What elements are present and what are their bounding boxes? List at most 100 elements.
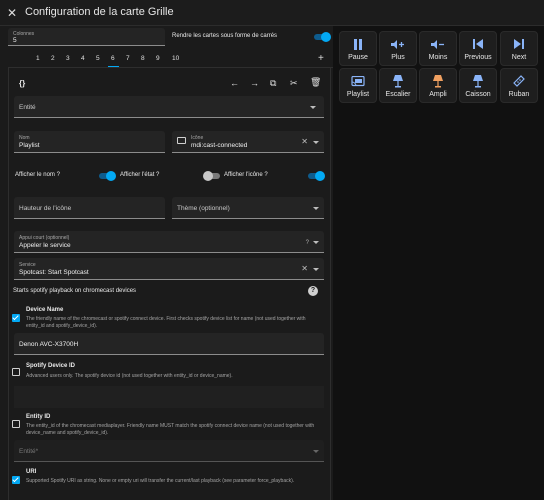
card-frame-left [8, 68, 9, 500]
uri-title: URI [26, 469, 37, 475]
tab-8[interactable]: 8 [141, 55, 145, 62]
theme-picker[interactable]: Thème (optionnel) [172, 197, 324, 219]
tab-4[interactable]: 4 [81, 55, 85, 62]
square-toggle[interactable] [314, 32, 331, 42]
grid-card-label: Ampli [429, 91, 447, 98]
icon-label: Icône [191, 135, 204, 141]
show-icon-label: Afficher l'icône ? [224, 172, 268, 178]
entity-picker[interactable]: Entité [14, 96, 324, 118]
delete-icon[interactable]: 🗑 [310, 77, 321, 88]
columns-value: 5 [13, 37, 17, 44]
chevron-down-icon [313, 450, 319, 453]
cast-connected-icon [177, 137, 186, 144]
grid-card-moins[interactable]: Moins [419, 31, 457, 66]
spotify-device-id-description: Advanced users only. The spotify device … [26, 373, 233, 379]
grid-card-label: Pause [348, 54, 368, 61]
theme-placeholder: Thème (optionnel) [177, 205, 230, 212]
dialog-header: ✕ Configuration de la carte Grille [0, 0, 544, 26]
grid-card-label: Playlist [346, 91, 370, 98]
help-icon[interactable]: ? [308, 286, 318, 296]
move-right-icon[interactable]: → [250, 78, 259, 88]
show-icon-toggle[interactable] [308, 171, 325, 181]
floor-lamp-icon [460, 74, 496, 87]
card-editor: Colonnes 5 Rendre les cartes sous forme … [0, 26, 333, 500]
device-name-value: Denon AVC-X3700H [19, 341, 79, 348]
show-state-toggle[interactable] [203, 171, 220, 181]
chevron-down-icon[interactable] [313, 268, 319, 271]
device-name-checkbox[interactable] [12, 314, 20, 322]
grid-card-pause[interactable]: Pause [339, 31, 377, 66]
clear-icon[interactable]: ✕ [301, 264, 308, 273]
toggle-knob [106, 171, 116, 181]
copy-icon[interactable]: ⧉ [270, 78, 276, 89]
tab-1[interactable]: 1 [36, 55, 40, 62]
grid-card-next[interactable]: Next [500, 31, 538, 66]
skip-next-icon [501, 38, 537, 50]
chevron-down-icon[interactable] [310, 106, 316, 109]
grid-card-label: Escalier [385, 91, 411, 98]
lamp-on-icon [420, 74, 456, 87]
icon-picker[interactable]: Icône mdi:cast-connected ✕ [172, 131, 324, 153]
uri-description: Supported Spotify URI as string. None or… [26, 478, 295, 484]
code-editor-icon[interactable]: {} [19, 79, 25, 88]
tab-7[interactable]: 7 [126, 55, 130, 62]
chevron-down-icon[interactable] [313, 241, 319, 244]
toggle-knob [321, 32, 331, 42]
volume-minus-icon [420, 38, 456, 50]
tab-9[interactable]: 9 [156, 55, 160, 62]
show-name-label: Afficher le nom ? [15, 172, 60, 178]
grid-card-label: Moins [428, 54, 448, 61]
service-label: Service [19, 262, 36, 268]
grid-card-ruban[interactable]: Ruban [500, 68, 538, 103]
tap-action-value: Appeler le service [19, 242, 71, 249]
card-frame-right [330, 68, 331, 500]
add-card-icon[interactable]: + [318, 53, 324, 64]
entity-id-title: Entity ID [26, 414, 51, 420]
grid-card-ampli[interactable]: Ampli [419, 68, 457, 103]
chevron-down-icon[interactable] [313, 207, 319, 210]
name-field[interactable]: Nom Playlist [14, 131, 165, 153]
columns-field[interactable]: Colonnes 5 [8, 28, 165, 46]
chevron-down-icon[interactable] [313, 141, 319, 144]
tab-5[interactable]: 5 [96, 55, 100, 62]
entity-id-description: The entity_id of the chromecast mediapla… [26, 423, 315, 436]
entity-id-placeholder: Entité* [19, 448, 39, 455]
tab-10[interactable]: 10 [172, 55, 179, 62]
floor-lamp-icon [380, 74, 416, 87]
clear-icon[interactable]: ✕ [301, 137, 308, 146]
toggle-knob [203, 171, 213, 181]
grid-card-label: Ruban [508, 91, 530, 98]
tap-action-select[interactable]: Appui court (optionnel) Appeler le servi… [14, 231, 324, 253]
uri-checkbox[interactable] [12, 476, 20, 484]
grid-card-caisson[interactable]: Caisson [459, 68, 497, 103]
volume-plus-icon [380, 38, 416, 50]
close-icon[interactable]: ✕ [7, 6, 17, 20]
grid-card-plus[interactable]: Plus [379, 31, 417, 66]
service-picker[interactable]: Service Spotcast: Start Spotcast ✕ [14, 258, 324, 280]
spotify-device-id-field [14, 386, 324, 408]
help-circle-icon[interactable]: ? [306, 240, 309, 246]
move-left-icon[interactable]: ← [230, 78, 239, 88]
grid-card-playlist[interactable]: Playlist [339, 68, 377, 103]
toggle-knob [315, 171, 325, 181]
icon-height-field[interactable]: Hauteur de l'icône [14, 197, 165, 219]
tab-2[interactable]: 2 [51, 55, 55, 62]
spotify-device-id-checkbox[interactable] [12, 368, 20, 376]
icon-value: mdi:cast-connected [191, 142, 248, 149]
entity-id-picker: Entité* [14, 440, 324, 462]
device-name-field[interactable]: Denon AVC-X3700H [14, 333, 324, 355]
service-value: Spotcast: Start Spotcast [19, 269, 89, 276]
grid-card-label: Caisson [465, 91, 491, 98]
grid-card-previous[interactable]: Previous [459, 31, 497, 66]
cut-icon[interactable]: ✂ [290, 78, 298, 89]
dialog-title: Configuration de la carte Grille [25, 6, 174, 18]
name-value: Playlist [19, 142, 40, 149]
entity-placeholder: Entité [19, 104, 36, 111]
tab-6[interactable]: 6 [111, 55, 115, 62]
tab-3[interactable]: 3 [66, 55, 70, 62]
grid-card-escalier[interactable]: Escalier [379, 68, 417, 103]
name-label: Nom [19, 135, 30, 141]
show-name-toggle[interactable] [99, 171, 116, 181]
entity-id-checkbox[interactable] [12, 420, 20, 428]
cast-connected-icon [340, 75, 376, 87]
